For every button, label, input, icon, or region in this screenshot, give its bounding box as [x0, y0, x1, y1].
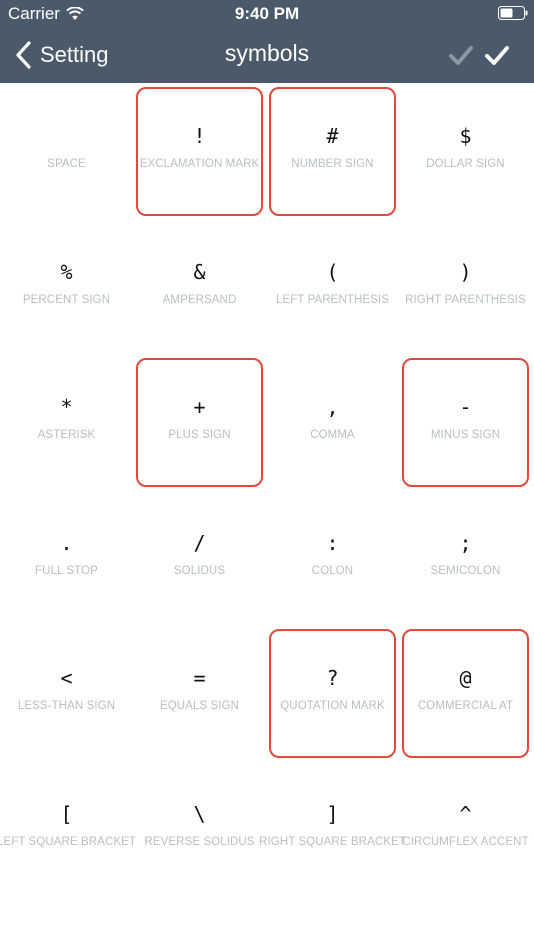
symbol-cell[interactable]: ? QUOTATION MARK	[266, 625, 399, 761]
status-time: 9:40 PM	[234, 4, 300, 23]
checkmark-icon	[449, 46, 473, 65]
symbol-cell[interactable]: ( LEFT PARENTHESIS	[266, 219, 399, 355]
status-bar: Carrier 9:40 PM	[0, 0, 534, 28]
chevron-left-icon	[16, 41, 31, 69]
symbol-name: COMMERCIAL AT	[417, 700, 514, 712]
symbol-cell[interactable]: + PLUS SIGN	[133, 354, 266, 490]
symbol-name: AMPERSAND	[162, 293, 237, 306]
symbol-cell[interactable]: SPACE	[0, 83, 133, 219]
symbol-cell[interactable]: * ASTERISK	[0, 354, 133, 490]
back-button[interactable]: Setting	[14, 38, 109, 72]
symbol-name: RIGHT SQUARE BRACKET	[259, 835, 406, 848]
symbol-glyph: ;	[459, 530, 472, 555]
symbol-name: PLUS SIGN	[168, 429, 231, 441]
symbol-name: EQUALS SIGN	[159, 700, 240, 712]
symbol-name: SOLIDUS	[173, 564, 226, 577]
symbol-name: LEFT SQUARE BRACKET	[0, 835, 137, 848]
symbol-cell[interactable]: ) RIGHT PARENTHESIS	[399, 219, 532, 355]
symbol-cell[interactable]: $ DOLLAR SIGN	[399, 83, 532, 219]
symbol-glyph: ^	[459, 801, 472, 826]
symbol-name: SPACE	[47, 158, 86, 170]
nav-bar: Setting symbols	[0, 32, 534, 78]
check-button-disabled[interactable]	[448, 42, 474, 68]
symbol-glyph: \	[193, 801, 206, 826]
symbol-glyph: ?	[326, 666, 339, 690]
symbol-cell[interactable]: . FULL STOP	[0, 490, 133, 626]
symbol-name: REVERSE SOLIDUS	[144, 835, 255, 848]
top-bar: Carrier 9:40 PM Setting symbols	[0, 0, 534, 83]
symbol-glyph: .	[60, 530, 73, 555]
symbol-glyph: :	[326, 530, 339, 555]
symbol-cell[interactable]: ^ CIRCUMFLEX ACCENT	[399, 761, 532, 897]
symbol-glyph: <	[60, 666, 73, 690]
symbol-cell[interactable]: # NUMBER SIGN	[266, 83, 399, 219]
checkmark-icon	[485, 46, 509, 65]
symbol-grid: SPACE! EXCLAMATION MARK # NUMBER SIGN $ DOLLA…	[0, 83, 534, 896]
check-button[interactable]	[484, 42, 510, 68]
symbol-glyph: =	[193, 666, 206, 690]
symbol-name: QUOTATION MARK	[280, 700, 385, 712]
symbol-name: SEMICOLON	[430, 564, 501, 577]
symbol-name: RIGHT PARENTHESIS	[405, 293, 526, 306]
symbol-name: EXCLAMATION MARK	[139, 158, 260, 170]
symbol-glyph: )	[459, 259, 472, 284]
symbol-cell[interactable]: , COMMA	[266, 354, 399, 490]
symbol-glyph: &	[193, 259, 206, 284]
symbol-name: COMMA	[310, 429, 355, 441]
symbol-cell[interactable]: - MINUS SIGN	[399, 354, 532, 490]
symbol-glyph: -	[459, 395, 472, 419]
symbol-cell[interactable]: % PERCENT SIGN	[0, 219, 133, 355]
symbol-cell[interactable]: @ COMMERCIAL AT	[399, 625, 532, 761]
symbol-name: LESS-THAN SIGN	[17, 700, 116, 712]
symbol-glyph: ]	[326, 801, 339, 826]
symbol-cell[interactable]: & AMPERSAND	[133, 219, 266, 355]
symbol-name: MINUS SIGN	[430, 429, 501, 441]
symbol-glyph: @	[459, 666, 472, 690]
symbol-glyph: $	[459, 124, 472, 148]
back-label: Setting	[40, 42, 109, 67]
symbol-cell[interactable]: ! EXCLAMATION MARK	[133, 83, 266, 219]
symbol-cell[interactable]: [ LEFT SQUARE BRACKET	[0, 761, 137, 897]
symbol-name: COLON	[311, 564, 354, 577]
symbol-name: NUMBER SIGN	[291, 158, 374, 170]
symbol-glyph: /	[193, 530, 206, 555]
symbol-glyph: #	[326, 124, 339, 148]
symbol-glyph: !	[193, 124, 206, 148]
symbol-cell[interactable]: ; SEMICOLON	[399, 490, 532, 626]
symbol-glyph: %	[60, 259, 73, 284]
symbol-cell[interactable]: / SOLIDUS	[133, 490, 266, 626]
symbol-name: DOLLAR SIGN	[426, 158, 505, 170]
symbol-name: PERCENT SIGN	[22, 293, 111, 306]
symbol-glyph: *	[60, 395, 73, 419]
symbol-cell[interactable]: ] RIGHT SQUARE BRACKET	[259, 761, 406, 897]
symbol-name: LEFT PARENTHESIS	[275, 293, 389, 306]
symbol-glyph: ,	[326, 395, 339, 419]
symbol-glyph: (	[326, 259, 339, 284]
symbol-cell[interactable]: < LESS-THAN SIGN	[0, 625, 133, 761]
symbol-cell[interactable]: = EQUALS SIGN	[133, 625, 266, 761]
symbol-cell[interactable]: \ REVERSE SOLIDUS	[133, 761, 266, 897]
symbol-glyph: +	[193, 395, 206, 419]
symbol-name: FULL STOP	[35, 564, 98, 577]
symbol-glyph: [	[60, 801, 73, 826]
symbol-name: ASTERISK	[37, 429, 96, 441]
symbol-name: CIRCUMFLEX ACCENT	[402, 835, 529, 848]
symbol-cell[interactable]: : COLON	[266, 490, 399, 626]
battery-icon	[498, 6, 528, 20]
